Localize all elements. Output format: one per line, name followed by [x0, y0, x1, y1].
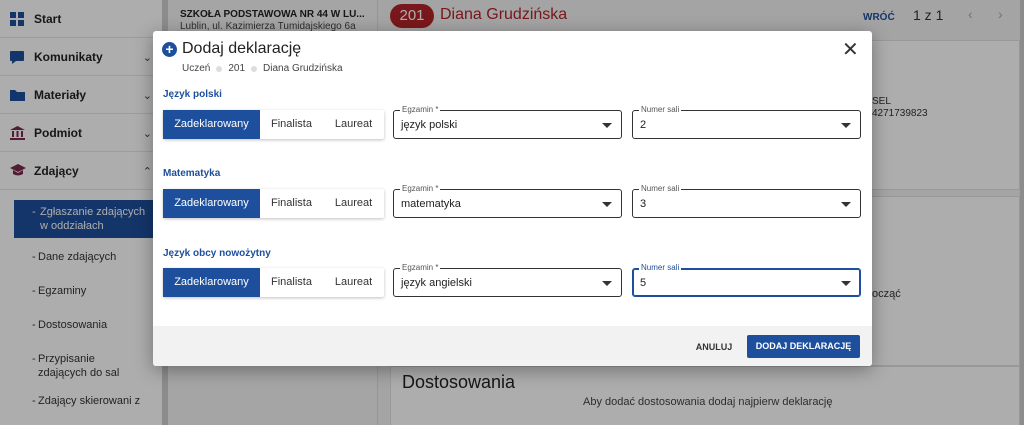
field-label: Numer sali [639, 263, 682, 272]
cancel-button[interactable]: ANULUJ [689, 336, 739, 358]
section-title-math: Matematyka [163, 168, 221, 179]
field-value: 2 [640, 119, 647, 131]
dot-separator [216, 65, 223, 72]
dropdown-arrow-icon [602, 123, 612, 128]
dot-separator [251, 65, 258, 72]
dropdown-arrow-icon [841, 123, 851, 128]
exam-select-foreign-language[interactable]: Egzamin * język angielski [393, 263, 622, 297]
dropdown-arrow-icon [602, 281, 612, 286]
crumb-name: Diana Grudzińska [263, 63, 343, 74]
segment-finalist[interactable]: Finalista [260, 268, 323, 297]
crumb-number: 201 [228, 63, 246, 74]
status-segmented-math: Zadeklarowany Finalista Laureat [163, 189, 384, 218]
dropdown-arrow-icon [841, 281, 851, 286]
section-title-polish: Język polski [163, 89, 222, 100]
segment-declared[interactable]: Zadeklarowany [163, 189, 260, 218]
field-label: Egzamin * [400, 263, 441, 272]
status-segmented-polish: Zadeklarowany Finalista Laureat [163, 110, 384, 139]
segment-declared[interactable]: Zadeklarowany [163, 268, 260, 297]
field-value: 3 [640, 198, 647, 210]
field-value: matematyka [401, 198, 461, 210]
exam-select-polish[interactable]: Egzamin * język polski [393, 105, 622, 139]
section-title-foreign-language: Język obcy nowożytny [163, 248, 271, 259]
field-label: Egzamin * [400, 184, 441, 193]
room-select-polish[interactable]: Numer sali 2 [632, 105, 861, 139]
room-select-math[interactable]: Numer sali 3 [632, 184, 861, 218]
field-label: Numer sali [639, 184, 682, 193]
field-value: 5 [640, 277, 647, 289]
segment-finalist[interactable]: Finalista [260, 110, 323, 139]
close-icon[interactable]: ✕ [842, 40, 859, 60]
segment-finalist[interactable]: Finalista [260, 189, 323, 218]
dropdown-arrow-icon [602, 202, 612, 207]
field-value: język angielski [401, 277, 472, 289]
field-label: Numer sali [639, 105, 682, 114]
breadcrumb: Uczeń 201 Diana Grudzińska [182, 63, 343, 74]
add-declaration-button[interactable]: DODAJ DEKLARACJĘ [747, 335, 860, 358]
segment-laureate[interactable]: Laureat [323, 189, 384, 218]
room-select-foreign-language[interactable]: Numer sali 5 [632, 263, 861, 297]
segment-declared[interactable]: Zadeklarowany [163, 110, 260, 139]
crumb-label: Uczeń [182, 63, 211, 74]
add-declaration-dialog: + Dodaj deklarację ✕ Uczeń 201 Diana Gru… [153, 31, 872, 366]
segment-laureate[interactable]: Laureat [323, 268, 384, 297]
status-segmented-foreign-language: Zadeklarowany Finalista Laureat [163, 268, 384, 297]
dialog-title: Dodaj deklarację [182, 40, 302, 57]
dropdown-arrow-icon [841, 202, 851, 207]
exam-select-math[interactable]: Egzamin * matematyka [393, 184, 622, 218]
add-circle-icon: + [162, 42, 177, 57]
field-label: Egzamin * [400, 105, 441, 114]
segment-laureate[interactable]: Laureat [323, 110, 384, 139]
field-value: język polski [401, 119, 458, 131]
